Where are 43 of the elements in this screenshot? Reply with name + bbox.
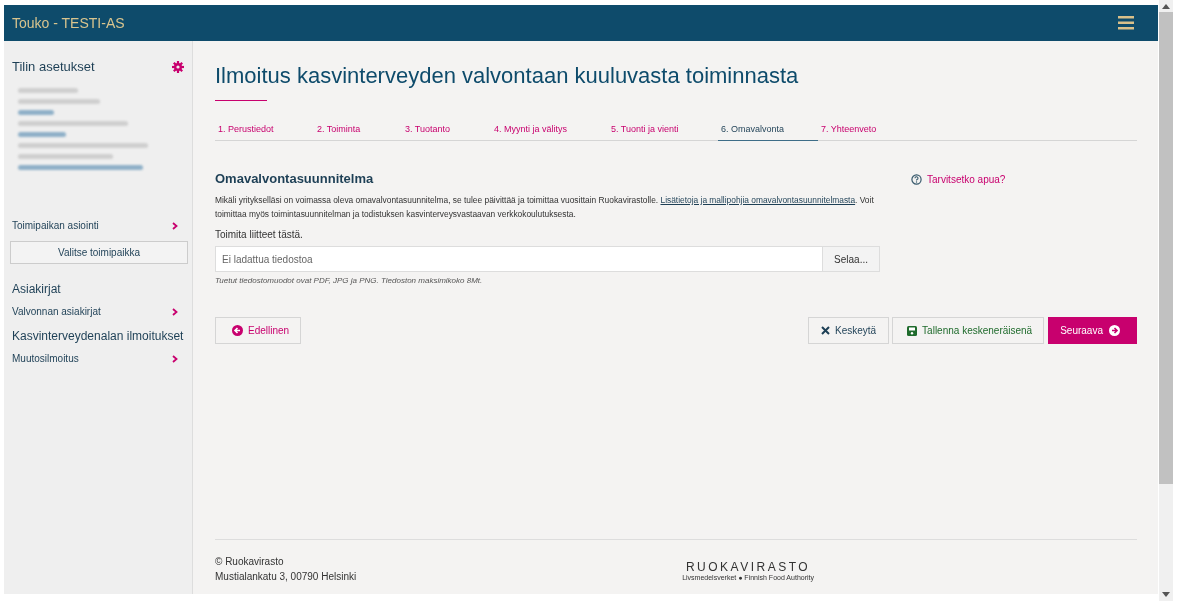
choose-location-button[interactable]: Valitse toimipaikka <box>10 241 188 264</box>
chevron-icon <box>172 354 178 363</box>
logo-name: RUOKAVIRASTO <box>685 560 811 574</box>
chevron-icon <box>172 307 178 316</box>
sidebar-link[interactable]: Valvonnan asiakirjat <box>12 298 186 325</box>
help-link[interactable]: Tarvitsetko apua? <box>911 171 1006 187</box>
settings-icon[interactable] <box>172 60 184 73</box>
step-tab[interactable]: 6. Omavalvonta <box>718 121 818 141</box>
description-text: Mikäli yritykselläsi on voimassa oleva omavalvontasuunnitelma, se tulee päivittää ja toimittaa vuosittain Ruokavirastolle. Lisätietoja ja mallipohjia omavalvontasuunnitelmasta. Voit toimittaa myös toimintasuunnitelman ja todistuksen kasvinterveysvastaavan verkkokoulutuksesta. <box>215 194 875 221</box>
scrollbar[interactable] <box>1159 0 1173 601</box>
help-icon <box>911 173 922 185</box>
address-text: Mustialankatu 3, 00790 Helsinki <box>215 571 357 582</box>
arrow-right-icon <box>1109 325 1120 336</box>
scroll-down-icon[interactable] <box>1162 592 1170 597</box>
next-button[interactable]: Seuraava <box>1048 317 1137 344</box>
file-field[interactable]: Ei ladattua tiedostoa Selaa... <box>215 246 880 272</box>
step-tab[interactable]: 4. Myynti ja välitys <box>491 121 608 141</box>
section-title: Omavalvontasuunnitelma <box>215 171 375 186</box>
arrow-left-icon <box>232 325 243 336</box>
close-icon <box>820 326 830 335</box>
sidebar-link[interactable]: Toimipaikan asiointi <box>12 212 186 239</box>
upload-label: Toimita liitteet tästä. <box>215 229 304 240</box>
chevron-icon <box>172 221 178 230</box>
menu-icon[interactable] <box>1118 16 1134 30</box>
copyright-text: © Ruokavirasto <box>215 556 285 567</box>
sidebar-heading: Kasvinterveydenalan ilmoitukset <box>12 328 185 345</box>
step-tab[interactable]: 5. Tuonti ja vienti <box>608 121 718 141</box>
browse-button[interactable]: Selaa... <box>822 247 879 271</box>
step-tab[interactable]: 1. Perustiedot <box>215 121 314 141</box>
sidebar-link[interactable]: Muutosilmoitus <box>12 345 186 372</box>
file-hint: Tuetut tiedostomuodot ovat PDF, JPG ja PNG. Tiedoston maksimikoko 8Mt. <box>215 276 484 285</box>
cancel-button[interactable]: Keskeytä <box>807 317 890 344</box>
scroll-up-icon[interactable] <box>1162 4 1170 9</box>
sidebar-heading: Asiakirjat <box>12 281 62 298</box>
previous-button[interactable]: Edellinen <box>215 317 302 344</box>
step-tab[interactable]: 3. Tuotanto <box>402 121 491 141</box>
app-title: Touko - TESTI-AS <box>12 15 125 31</box>
page-title: Ilmoitus kasvinterveyden valvontaan kuuluvasta toiminnasta <box>215 63 800 89</box>
step-tab[interactable]: 2. Toiminta <box>314 121 402 141</box>
step-tab[interactable]: 7. Yhteenveto <box>818 121 881 141</box>
sidebar-heading: Tilin asetukset <box>12 59 95 74</box>
scrollbar-thumb[interactable] <box>1159 12 1173 484</box>
save-draft-button[interactable]: Tallenna keskeneräisenä <box>892 317 1045 344</box>
